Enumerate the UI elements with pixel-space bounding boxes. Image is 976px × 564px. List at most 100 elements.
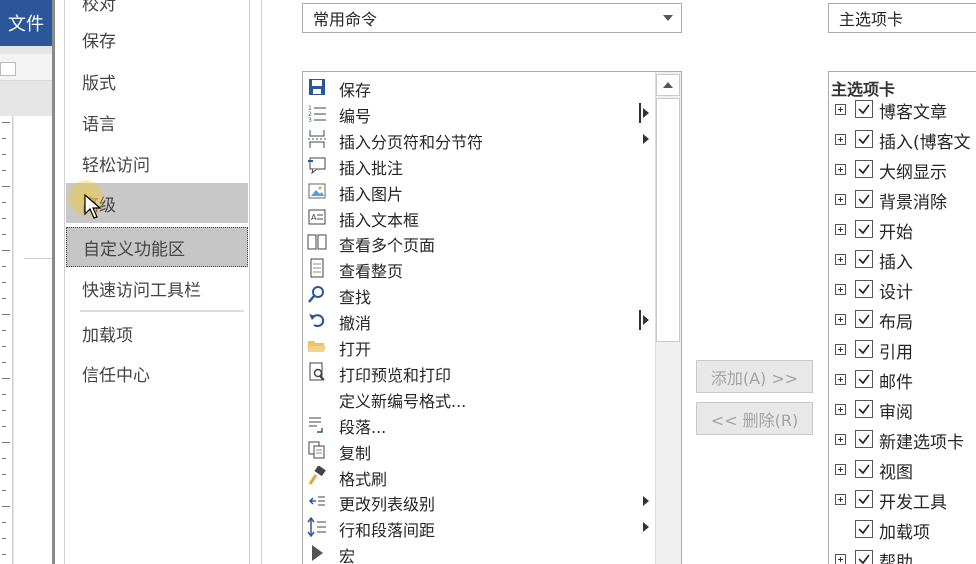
command-item[interactable]: 插入分页符和分节符 [303, 126, 655, 152]
customize-ribbon-dropdown[interactable]: 主选项卡 [828, 3, 976, 33]
expand-plus-icon[interactable] [835, 344, 846, 355]
commands-list[interactable]: 保存 1 2 3 编号 插入分页符和分节符 插入批注 插入图片 A 插入文本框 查看多个页面 查看整页… [302, 71, 682, 564]
chevron-down-icon[interactable] [663, 15, 673, 21]
tab-checkbox[interactable] [855, 220, 873, 238]
commands-from-dropdown[interactable]: 常用命令 [302, 3, 682, 33]
ribbon-tab-item[interactable]: 博客文章 [829, 96, 976, 126]
command-label: 更改列表级别 [339, 495, 436, 515]
command-item[interactable]: 宏 [303, 540, 655, 564]
scroll-up-button[interactable] [656, 74, 680, 96]
file-tab[interactable]: 文件 [0, 0, 52, 46]
document-page [14, 116, 52, 564]
open-folder-icon [307, 336, 327, 356]
expand-plus-icon[interactable] [835, 314, 846, 325]
command-item[interactable]: 行和段落间距 [303, 514, 655, 540]
expand-plus-icon[interactable] [835, 284, 846, 295]
tab-checkbox[interactable] [855, 130, 873, 148]
submenu-arrow-icon[interactable] [643, 133, 649, 144]
command-item[interactable]: 定义新编号格式... [303, 385, 655, 411]
nav-item-8[interactable]: 信任中心 [66, 353, 248, 393]
ribbon-tab-item[interactable]: 开始 [829, 216, 976, 246]
add-button[interactable]: 添加(A) >> [696, 360, 813, 393]
tab-checkbox[interactable] [855, 310, 873, 328]
tab-checkbox[interactable] [855, 160, 873, 178]
command-item[interactable]: 段落... [303, 411, 655, 437]
command-item[interactable]: 查看多个页面 [303, 229, 655, 255]
tab-checkbox[interactable] [855, 370, 873, 388]
command-item[interactable]: 插入批注 [303, 152, 655, 178]
checkmark-icon [858, 134, 870, 145]
command-item[interactable]: 保存 [303, 74, 655, 100]
ribbon-tab-item[interactable]: 审阅 [829, 396, 976, 426]
ribbon-tab-item[interactable]: 背景消除 [829, 186, 976, 216]
ribbon-tab-item[interactable]: 插入 [829, 246, 976, 276]
nav-border [249, 0, 250, 564]
command-item[interactable]: 撤消 [303, 307, 655, 333]
tab-checkbox[interactable] [855, 340, 873, 358]
ribbon-tab-item[interactable]: 帮助 [829, 546, 976, 564]
command-item[interactable]: 查找 [303, 281, 655, 307]
ribbon-tabs-tree[interactable]: 主选项卡 博客文章 插入(博客文 大纲显示 背景消除 开始 插入 设计 布局 引用 邮件 审阅 新建选… [828, 71, 976, 564]
tab-checkbox[interactable] [855, 460, 873, 478]
expand-plus-icon[interactable] [835, 494, 846, 505]
command-item[interactable]: 打开 [303, 333, 655, 359]
command-item[interactable]: 查看整页 [303, 255, 655, 281]
tab-checkbox[interactable] [855, 280, 873, 298]
expand-plus-icon[interactable] [835, 404, 846, 415]
nav-item-0[interactable]: 保存 [66, 19, 248, 59]
tab-checkbox[interactable] [855, 430, 873, 448]
expand-plus-icon[interactable] [835, 554, 846, 564]
nav-item-2[interactable]: 语言 [66, 102, 248, 142]
tab-checkbox[interactable] [855, 550, 873, 564]
nav-item-6[interactable]: 快速访问工具栏 [66, 268, 248, 308]
expand-plus-icon[interactable] [835, 224, 846, 235]
expand-plus-icon[interactable] [835, 464, 846, 475]
nav-item-7[interactable]: 加载项 [66, 313, 248, 353]
tab-checkbox[interactable] [855, 400, 873, 418]
ribbon-tab-item[interactable]: 加载项 [829, 516, 976, 546]
command-item[interactable]: 格式刷 [303, 463, 655, 489]
ribbon-tab-item[interactable]: 新建选项卡 [829, 426, 976, 456]
checkmark-icon [858, 254, 870, 265]
expand-plus-icon[interactable] [835, 434, 846, 445]
command-item[interactable]: 复制 [303, 437, 655, 463]
tab-checkbox[interactable] [855, 490, 873, 508]
expand-plus-icon[interactable] [835, 134, 846, 145]
ribbon-tab-item[interactable]: 设计 [829, 276, 976, 306]
tab-checkbox[interactable] [855, 190, 873, 208]
ribbon-tab-item[interactable]: 开发工具 [829, 486, 976, 516]
scroll-thumb[interactable] [656, 98, 680, 342]
nav-item-5[interactable]: 自定义功能区 [66, 227, 248, 267]
ribbon-tab-item[interactable]: 视图 [829, 456, 976, 486]
command-item[interactable]: A 插入文本框 [303, 204, 655, 230]
ribbon-tab-item[interactable]: 大纲显示 [829, 156, 976, 186]
nav-item-3[interactable]: 轻松访问 [66, 143, 248, 183]
ribbon-tab-item[interactable]: 布局 [829, 306, 976, 336]
tab-checkbox[interactable] [855, 520, 873, 538]
ribbon-tab-item[interactable]: 插入(博客文 [829, 126, 976, 156]
expand-plus-icon[interactable] [835, 104, 846, 115]
expand-plus-icon[interactable] [835, 254, 846, 265]
tab-label: 背景消除 [879, 193, 947, 213]
nav-item-1[interactable]: 版式 [66, 61, 248, 101]
submenu-arrow-icon[interactable] [643, 107, 649, 118]
multiple-pages-icon [307, 232, 327, 252]
command-item[interactable]: 插入图片 [303, 178, 655, 204]
commands-scrollbar[interactable] [655, 72, 681, 564]
command-item[interactable]: 打印预览和打印 [303, 359, 655, 385]
picture-icon [307, 181, 327, 201]
submenu-arrow-icon[interactable] [643, 496, 649, 507]
expand-plus-icon[interactable] [835, 374, 846, 385]
format-painter-icon [307, 464, 327, 486]
submenu-arrow-icon[interactable] [643, 315, 649, 326]
remove-button[interactable]: << 删除(R) [696, 402, 813, 435]
expand-plus-icon[interactable] [835, 194, 846, 205]
command-item[interactable]: 1 2 3 编号 [303, 100, 655, 126]
command-item[interactable]: 更改列表级别 [303, 488, 655, 514]
tab-checkbox[interactable] [855, 100, 873, 118]
ribbon-tab-item[interactable]: 邮件 [829, 366, 976, 396]
ribbon-tab-item[interactable]: 引用 [829, 336, 976, 366]
tab-checkbox[interactable] [855, 250, 873, 268]
expand-plus-icon[interactable] [835, 164, 846, 175]
submenu-arrow-icon[interactable] [643, 522, 649, 533]
